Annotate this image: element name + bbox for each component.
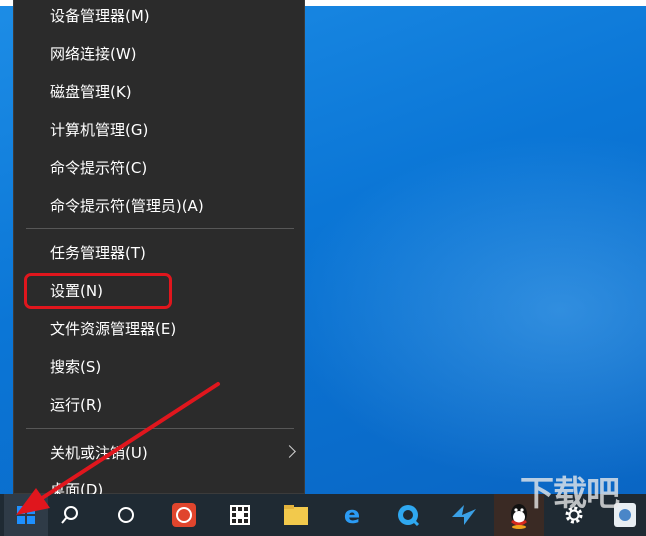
- search-icon: [61, 506, 78, 524]
- grid-app-icon: [230, 505, 250, 525]
- start-icon: [17, 506, 35, 524]
- menu-item-file-explorer[interactable]: 文件资源管理器(E): [14, 311, 304, 347]
- bird-app-icon: [452, 505, 476, 525]
- edge-icon: e: [344, 502, 360, 528]
- taskbar-bird-app[interactable]: [442, 494, 486, 536]
- menu-item-command-prompt-admin[interactable]: 命令提示符(管理员)(A): [14, 188, 304, 224]
- menu-item-task-manager[interactable]: 任务管理器(T): [14, 235, 304, 271]
- cortana-icon: [118, 507, 134, 523]
- settings-highlight-box: [24, 273, 172, 309]
- cortana-button[interactable]: [104, 494, 148, 536]
- menu-item-device-manager[interactable]: 设备管理器(M): [14, 0, 304, 34]
- app-red-icon: [172, 503, 196, 527]
- taskbar-edge[interactable]: e: [330, 494, 374, 536]
- winx-context-menu: 设备管理器(M) 网络连接(W) 磁盘管理(K) 计算机管理(G) 命令提示符(…: [13, 0, 305, 499]
- watermark: 下载吧: [520, 474, 620, 514]
- taskbar-browser[interactable]: [386, 494, 430, 536]
- taskbar-app-grid[interactable]: [218, 494, 262, 536]
- folder-icon: [284, 505, 308, 525]
- menu-item-disk-management[interactable]: 磁盘管理(K): [14, 74, 304, 110]
- menu-item-network-connections[interactable]: 网络连接(W): [14, 36, 304, 72]
- browser-icon: [398, 505, 420, 527]
- menu-item-search[interactable]: 搜索(S): [14, 349, 304, 385]
- menu-item-computer-management[interactable]: 计算机管理(G): [14, 112, 304, 148]
- search-button[interactable]: [48, 494, 92, 536]
- menu-separator: [26, 228, 294, 229]
- start-button[interactable]: [4, 494, 48, 536]
- menu-item-run[interactable]: 运行(R): [14, 387, 304, 423]
- taskbar-file-explorer[interactable]: [274, 494, 318, 536]
- menu-item-shutdown-label: 关机或注销(U): [50, 444, 148, 462]
- svg-text:e: e: [344, 502, 360, 528]
- taskbar-app-red[interactable]: [162, 494, 206, 536]
- chevron-right-icon: [283, 445, 296, 458]
- menu-item-shutdown-signout[interactable]: 关机或注销(U): [14, 435, 304, 471]
- menu-item-command-prompt[interactable]: 命令提示符(C): [14, 150, 304, 186]
- menu-separator: [26, 428, 294, 429]
